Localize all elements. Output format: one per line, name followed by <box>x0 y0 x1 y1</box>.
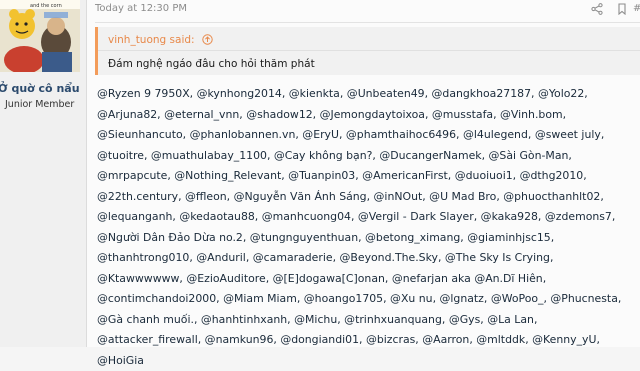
mention-link[interactable]: @An.Dĩ Hiên, <box>474 272 546 285</box>
mention-link[interactable]: @kaka928, <box>481 210 542 223</box>
mention-link[interactable]: @muathulabay_1100, <box>151 149 271 162</box>
mention-link[interactable]: @Aarron, <box>422 333 473 346</box>
mention-link[interactable]: @dongiandi01, <box>280 333 362 346</box>
post: Today at 12:30 PM #6 vinh_tuong said: Đá… <box>87 0 640 367</box>
mention-link[interactable]: @l4ulegend, <box>463 128 531 141</box>
mention-link[interactable]: @thanhtrong010, <box>97 251 193 264</box>
mention-link[interactable]: @ffleon, <box>185 190 230 203</box>
mention-link[interactable]: @dthg2010, <box>520 169 587 182</box>
mention-link[interactable]: @duoiuoi1, <box>455 169 516 182</box>
mention-link[interactable]: @Tuanpin03, <box>288 169 359 182</box>
mention-link[interactable]: @Sieunhancuto, <box>97 128 186 141</box>
mention-link[interactable]: @kienkta, <box>289 87 344 100</box>
mention-link[interactable]: @Kenny_yU, <box>532 333 600 346</box>
mention-link[interactable]: @22th.century, <box>97 190 182 203</box>
mention-link[interactable]: @tuoitre, <box>97 149 147 162</box>
mention-link[interactable]: @nefarjan aka <box>392 272 471 285</box>
mention-link[interactable]: @Jemongdaytoixoa, <box>320 108 429 121</box>
quote-author[interactable]: vinh_tuong said: <box>108 34 195 46</box>
quote-divider <box>98 50 640 51</box>
mention-link[interactable]: @Yolo22, <box>538 87 588 100</box>
mention-link[interactable]: @Nguyễn Văn Ánh Sáng, <box>234 190 370 203</box>
mention-link[interactable]: @Vergil - Dark Slayer, <box>358 210 477 223</box>
mention-link[interactable]: @dangkhoa27187, <box>432 87 535 100</box>
post-number[interactable]: #6 <box>633 3 640 14</box>
mention-link[interactable]: @hoango1705, <box>304 292 387 305</box>
mention-link[interactable]: @betong_ximang, <box>365 231 464 244</box>
mention-link[interactable]: @eternal_vnn, <box>164 108 243 121</box>
mention-link[interactable]: @HoiGia <box>97 354 144 367</box>
mention-link[interactable]: @mltddk, <box>476 333 528 346</box>
mention-link[interactable]: @Ktawwwwww, <box>97 272 183 285</box>
user-title: Junior Member <box>5 99 75 110</box>
quote-attribution[interactable]: vinh_tuong said: <box>108 34 213 46</box>
mention-link[interactable]: @Sài Gòn-Man, <box>489 149 572 162</box>
mention-link[interactable]: @DucangerNamek, <box>379 149 485 162</box>
mention-link[interactable]: @trinhxuanquang, <box>344 313 445 326</box>
mention-link[interactable]: @giaminhjsc15, <box>467 231 554 244</box>
mention-link[interactable]: @phamthaihoc6496, <box>346 128 460 141</box>
quote-text: Đám nghệ ngáo đâu cho hỏi thăm phát <box>108 58 315 70</box>
mention-link[interactable]: @Ryzen 9 7950X, <box>97 87 193 100</box>
mention-link[interactable]: @mrpapcute, <box>97 169 171 182</box>
mention-link[interactable]: @manhcuong04, <box>262 210 355 223</box>
arrow-up-circle-icon[interactable] <box>202 34 213 45</box>
mention-link[interactable]: @phuocthanhlt02, <box>503 190 604 203</box>
mention-link[interactable]: @Người Dân Đảo Dừa no.2, <box>97 231 246 244</box>
mention-link[interactable]: @zdemons7, <box>545 210 615 223</box>
user-info-column: and the corn Ở quờ cô nẩu Junior Member <box>0 0 87 347</box>
username[interactable]: Ở quờ cô nẩu <box>0 82 80 95</box>
post-timestamp[interactable]: Today at 12:30 PM <box>95 3 187 14</box>
post-body: @Ryzen 9 7950X, @kynhong2014, @kienkta, … <box>97 84 639 371</box>
mention-link[interactable]: @tungnguyenthuan, <box>250 231 362 244</box>
mention-link[interactable]: @kynhong2014, <box>197 87 286 100</box>
mention-link[interactable]: @AmericanFirst, <box>362 169 451 182</box>
mention-link[interactable]: @Miam Miam, <box>223 292 300 305</box>
post-meta: Today at 12:30 PM #6 <box>95 0 640 23</box>
mention-link[interactable]: @kedaotau88, <box>179 210 258 223</box>
mention-link[interactable]: @Vinh.bom, <box>500 108 566 121</box>
mention-link[interactable]: @Unbeaten49, <box>347 87 428 100</box>
svg-text:and the corn: and the corn <box>30 3 62 9</box>
mention-link[interactable]: @WoPoo_, <box>491 292 547 305</box>
mention-link[interactable]: @Anduril, <box>196 251 249 264</box>
mention-link[interactable]: @Gà chanh muối., <box>97 313 197 326</box>
mention-link[interactable]: @Gys, <box>449 313 484 326</box>
mention-link[interactable]: @Beyond.The.Sky, <box>340 251 442 264</box>
mention-link[interactable]: @EzioAuditore, <box>186 272 269 285</box>
mention-link[interactable]: @lgnatz, <box>440 292 488 305</box>
mention-link[interactable]: @namkun96, <box>205 333 277 346</box>
mention-link[interactable]: @contimchandoi2000, <box>97 292 220 305</box>
mention-link[interactable]: @Michu, <box>294 313 341 326</box>
mention-link[interactable]: @shadow12, <box>246 108 316 121</box>
mention-link[interactable]: @La Lan, <box>487 313 537 326</box>
mention-link[interactable]: @Xu nu, <box>390 292 436 305</box>
mention-link[interactable]: @phanlobannen.vn, <box>190 128 299 141</box>
bookmark-icon[interactable] <box>616 3 628 15</box>
mention-link[interactable]: @Cay không bạn?, <box>274 149 376 162</box>
mention-link[interactable]: @lequanganh, <box>97 210 176 223</box>
mention-link[interactable]: @[E]dogawa[C]onan, <box>273 272 389 285</box>
mention-link[interactable]: @sweet july, <box>535 128 604 141</box>
quote-block: vinh_tuong said: Đám nghệ ngáo đâu cho h… <box>95 27 640 75</box>
mention-link[interactable]: @attacker_firewall, <box>97 333 201 346</box>
mention-link[interactable]: @bizcras, <box>366 333 419 346</box>
mention-link[interactable]: @EryU, <box>302 128 342 141</box>
mention-link[interactable]: @Phucnesta, <box>550 292 621 305</box>
mention-link[interactable]: @musstafa, <box>432 108 497 121</box>
mention-link[interactable]: @hanhtinhxanh, <box>201 313 291 326</box>
mention-link[interactable]: @Arjuna82, <box>97 108 161 121</box>
avatar[interactable]: and the corn <box>0 0 80 72</box>
mention-link[interactable]: @Nothing_Relevant, <box>174 169 284 182</box>
share-icon[interactable] <box>591 3 603 15</box>
mention-link[interactable]: @The Sky Is Crying, <box>445 251 554 264</box>
mention-link[interactable]: @camaraderie, <box>253 251 336 264</box>
mention-link[interactable]: @inNOut, <box>374 190 426 203</box>
mention-link[interactable]: @U Mad Bro, <box>429 190 500 203</box>
